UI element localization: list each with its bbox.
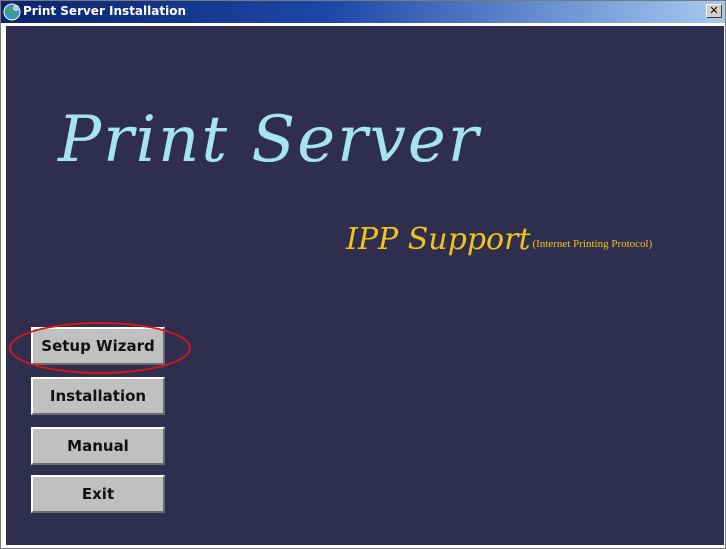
- close-button[interactable]: ✕: [706, 4, 722, 18]
- installer-window: Print Server Installation ✕ Print Server…: [0, 0, 726, 549]
- close-icon: ✕: [709, 4, 719, 17]
- ipp-protocol-text: (Internet Printing Protocol): [532, 238, 653, 250]
- content-panel: Print Server IPP Support (Internet Printi…: [6, 26, 724, 545]
- ipp-support-text: IPP Support: [346, 222, 531, 257]
- manual-button[interactable]: Manual: [31, 427, 165, 465]
- title-bar[interactable]: Print Server Installation ✕: [1, 1, 725, 23]
- globe-cd-icon: [3, 3, 21, 21]
- product-logo-text: Print Server: [58, 103, 481, 177]
- installation-button[interactable]: Installation: [31, 377, 165, 415]
- setup-wizard-button[interactable]: Setup Wizard: [31, 327, 165, 365]
- exit-button[interactable]: Exit: [31, 475, 165, 513]
- window-title: Print Server Installation: [23, 4, 186, 18]
- ipp-tagline: IPP Support (Internet Printing Protocol): [346, 222, 652, 257]
